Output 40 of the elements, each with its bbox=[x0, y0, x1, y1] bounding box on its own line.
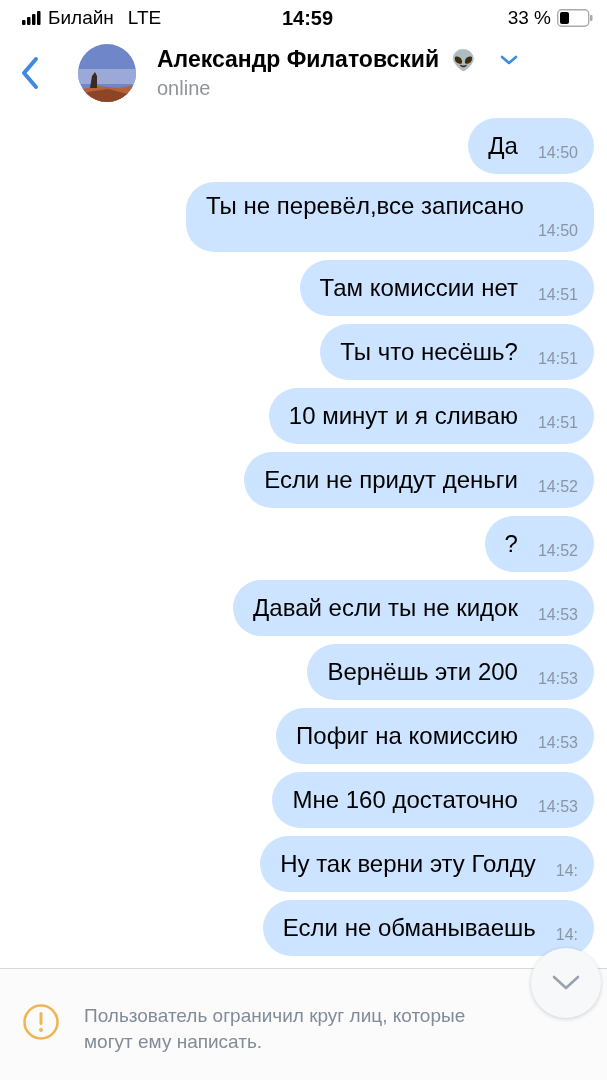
battery-icon bbox=[557, 9, 593, 27]
restriction-notice: Пользователь ограничил круг лиц, которые могут ему написать. bbox=[84, 1004, 467, 1054]
clock-time: 14:59 bbox=[281, 6, 334, 30]
message-text: Если не придут деньги bbox=[264, 466, 518, 495]
message-text: Ты не перевёл,все записано bbox=[206, 192, 525, 221]
message-text: 10 минут и я сливаю bbox=[288, 402, 518, 431]
message-text: Пофиг на комиссию bbox=[296, 722, 518, 751]
message-time: 14:53 bbox=[537, 798, 578, 816]
back-icon[interactable] bbox=[20, 56, 40, 90]
chevron-down-icon[interactable] bbox=[500, 54, 519, 65]
message-text: Да bbox=[488, 132, 518, 161]
message-text: Ты что несёшь? bbox=[340, 338, 518, 367]
message-time: 14:51 bbox=[537, 350, 578, 368]
message-text: Мне 160 достаточно bbox=[292, 786, 518, 815]
message-time: 14:51 bbox=[537, 286, 578, 304]
network-type: LTE bbox=[127, 7, 162, 29]
message-time: 14:50 bbox=[537, 144, 578, 162]
signal-icon bbox=[22, 11, 42, 25]
message-time: 14:52 bbox=[537, 478, 578, 496]
online-status: online bbox=[157, 77, 212, 100]
message-time: 14:50 bbox=[537, 222, 578, 240]
message-text: Если не обманываешь bbox=[282, 914, 536, 943]
message-time: 14:52 bbox=[537, 542, 578, 560]
message-text: Ну так верни эту Голду bbox=[280, 850, 536, 879]
message-time: 14:51 bbox=[537, 414, 578, 432]
message-text: ? bbox=[504, 530, 518, 559]
message-text: Давай если ты не кидок bbox=[253, 594, 518, 623]
message-text: Вернёшь эти 200 bbox=[327, 658, 518, 687]
message-text: Там комиссии нет bbox=[319, 274, 518, 303]
contact-name: Александр Филатовский bbox=[157, 46, 440, 73]
chevron-down-icon bbox=[552, 975, 580, 991]
message-time: 14:53 bbox=[537, 606, 578, 624]
message-time: 14: bbox=[555, 926, 578, 944]
message-time: 14:53 bbox=[537, 670, 578, 688]
battery-percent: 33 % bbox=[507, 7, 551, 29]
warning-icon bbox=[22, 1003, 60, 1041]
alien-emoji: 👽 bbox=[451, 47, 477, 72]
message-time: 14: bbox=[555, 862, 578, 880]
carrier-name: Билайн bbox=[48, 7, 114, 29]
message-time: 14:53 bbox=[537, 734, 578, 752]
